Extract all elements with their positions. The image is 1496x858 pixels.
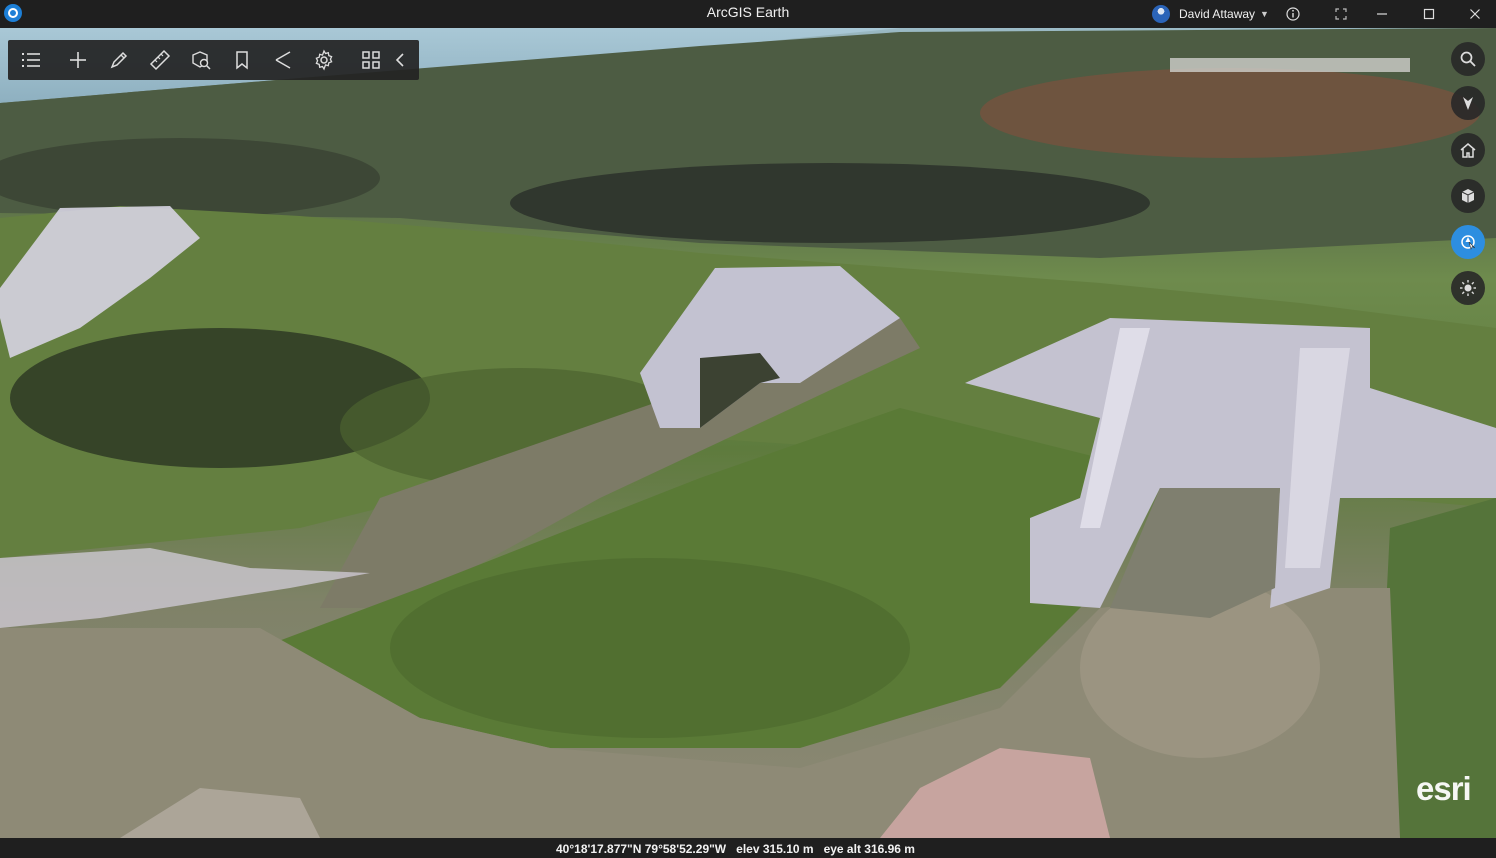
elevation-readout: elev 315.10 m — [736, 842, 814, 856]
info-button[interactable] — [1281, 4, 1305, 24]
minimize-button[interactable] — [1370, 4, 1394, 24]
close-icon — [1470, 9, 1480, 19]
lighting-button[interactable] — [1451, 271, 1485, 305]
analysis-button[interactable] — [184, 40, 218, 80]
search-button[interactable] — [1451, 42, 1485, 76]
bookmark-icon — [236, 51, 248, 70]
contents-button[interactable] — [14, 40, 48, 80]
status-bar: 40°18'17.877"N 79°58'52.29"W elev 315.10… — [0, 838, 1496, 858]
eye-altitude-readout: eye alt 316.96 m — [823, 842, 915, 856]
settings-button[interactable] — [307, 40, 341, 80]
fullscreen-icon — [1335, 8, 1347, 20]
measure-icon — [149, 49, 171, 71]
analysis-icon — [192, 51, 211, 70]
chevron-down-icon: ▼ — [1260, 9, 1269, 19]
esri-attribution-logo: esri — [1416, 770, 1472, 807]
compass-icon — [1463, 97, 1473, 110]
settings-icon — [315, 49, 333, 71]
title-bar: ArcGIS Earth David Attaway ▼ — [0, 0, 1496, 28]
user-name: David Attaway — [1179, 7, 1256, 21]
collapse-icon — [395, 53, 404, 67]
apps-icon — [362, 51, 380, 69]
measure-button[interactable] — [143, 40, 177, 80]
point-cloud-scene — [0, 28, 1496, 838]
view-3d-button[interactable] — [1451, 179, 1485, 213]
fullscreen-button[interactable] — [1329, 4, 1353, 24]
add-icon — [70, 52, 86, 68]
bookmarks-button[interactable] — [225, 40, 259, 80]
home-icon — [1460, 143, 1476, 158]
window-title: ArcGIS Earth — [706, 4, 790, 20]
maximize-icon — [1423, 8, 1435, 20]
draw-button[interactable] — [102, 40, 136, 80]
info-icon — [1286, 7, 1300, 21]
coordinate-readout: 40°18'17.877"N 79°58'52.29"W elev 315.10… — [556, 842, 915, 856]
lat-lon-readout: 40°18'17.877"N 79°58'52.29"W — [556, 842, 727, 856]
collapse-toolbar-button[interactable] — [387, 40, 415, 80]
avatar — [1152, 5, 1170, 23]
share-icon — [275, 51, 291, 69]
navigation-mode-button[interactable] — [1451, 225, 1485, 259]
apps-button[interactable] — [354, 40, 388, 80]
navigation-mode-icon — [1461, 235, 1476, 250]
3d-view-icon — [1461, 189, 1475, 203]
home-button[interactable] — [1451, 133, 1485, 167]
draw-icon — [110, 51, 128, 69]
user-menu[interactable]: David Attaway ▼ — [1152, 4, 1269, 24]
minimize-icon — [1377, 13, 1387, 15]
contents-list-icon — [22, 53, 40, 67]
map-view[interactable]: esri — [0, 28, 1496, 838]
main-toolbar — [8, 40, 419, 80]
compass-button[interactable] — [1451, 86, 1485, 120]
sun-icon — [1460, 280, 1476, 296]
close-button[interactable] — [1463, 4, 1487, 24]
add-data-button[interactable] — [61, 40, 95, 80]
share-button[interactable] — [266, 40, 300, 80]
maximize-button[interactable] — [1417, 4, 1441, 24]
search-icon — [1460, 51, 1476, 67]
